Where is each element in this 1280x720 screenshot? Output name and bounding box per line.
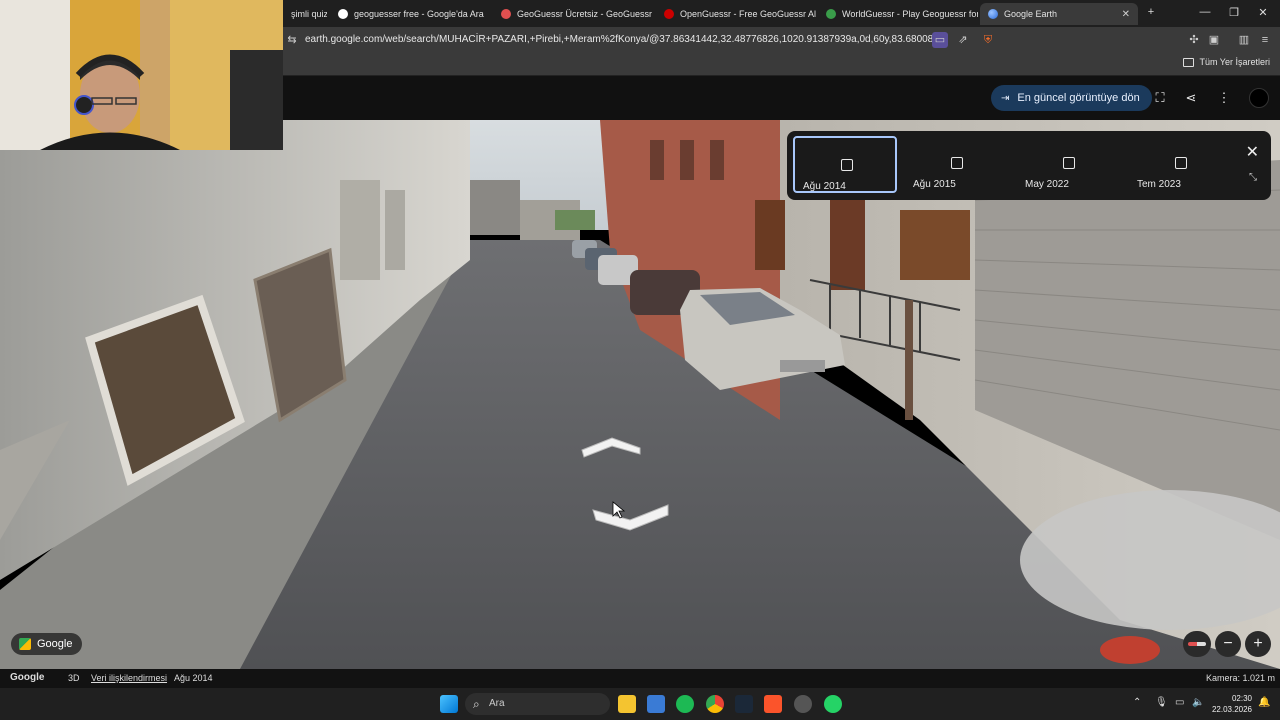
spotify-icon[interactable] xyxy=(676,695,694,713)
date-label: Ağu 2015 xyxy=(913,179,956,190)
notifications-icon[interactable]: 🔔 xyxy=(1258,697,1270,708)
share-page-icon[interactable]: ⇗ xyxy=(955,32,971,48)
camera-altitude: Kamera: 1.021 m xyxy=(1206,673,1276,683)
tab-label: OpenGuessr - Free GeoGuessr Al xyxy=(680,9,816,19)
cast-icon[interactable]: ▭ xyxy=(932,32,948,48)
earth-status-bar: Google 3D Veri ilişkilendirmesi Ağu 2014… xyxy=(0,669,1280,688)
minimize-icon[interactable]: — xyxy=(1198,6,1212,18)
all-bookmarks-label: Tüm Yer İşaretleri xyxy=(1199,57,1270,67)
close-window-icon[interactable]: ✕ xyxy=(1256,6,1270,19)
menu-icon[interactable]: ≡ xyxy=(1257,32,1273,48)
sidebar-icon[interactable]: ▥ xyxy=(1236,32,1252,48)
view-controls: − + xyxy=(1183,631,1271,657)
taskbar-search[interactable]: Ara xyxy=(465,693,610,715)
webcam-feed-image xyxy=(0,0,283,150)
tab-google-search[interactable]: geoguesser free - Google'da Ara xyxy=(330,3,490,25)
avatar[interactable] xyxy=(1249,88,1269,108)
latest-imagery-label: En güncel görüntüye dön xyxy=(1017,92,1140,104)
google-chip-label: Google xyxy=(37,638,73,650)
tab-google-earth[interactable]: Google Earth ✕ xyxy=(980,3,1138,25)
skip-forward-icon: ⇥ xyxy=(1001,92,1010,104)
google-maps-chip[interactable]: Google xyxy=(11,633,83,655)
wallet-icon[interactable]: ▣ xyxy=(1206,32,1222,48)
webcam-overlay xyxy=(0,0,283,150)
date-option-aug-2014[interactable]: Ağu 2014 xyxy=(793,136,897,193)
tab-close-icon[interactable]: ✕ xyxy=(1122,9,1130,20)
settings-icon[interactable] xyxy=(794,695,812,713)
date-option-may-2022[interactable]: May 2022 xyxy=(1017,136,1121,193)
start-icon[interactable] xyxy=(440,695,458,713)
close-icon[interactable]: ✕ xyxy=(1246,142,1259,162)
worldguessr-favicon-icon xyxy=(826,9,836,19)
windows-taskbar: Ara ⌃ 🎙 ▭ 🔈 02:30 22.03.2026 🔔 xyxy=(0,688,1280,720)
zoom-out-button[interactable]: − xyxy=(1215,631,1241,657)
date-option-jul-2023[interactable]: Tem 2023 xyxy=(1129,136,1233,193)
new-tab-icon[interactable]: + xyxy=(1144,6,1158,18)
clock-date: 22.03.2026 xyxy=(1211,705,1252,714)
imagery-date: Ağu 2014 xyxy=(174,673,213,683)
brave-icon[interactable] xyxy=(764,695,782,713)
system-clock[interactable]: 02:30 22.03.2026 xyxy=(1210,693,1252,715)
all-bookmarks-button[interactable]: Tüm Yer İşaretleri xyxy=(1183,57,1270,67)
brave-shield-icon[interactable]: ⛨ xyxy=(980,32,996,48)
file-explorer-icon[interactable] xyxy=(618,695,636,713)
more-options-icon[interactable]: ⋮ xyxy=(1214,88,1234,108)
street-view-scene[interactable] xyxy=(0,120,1280,669)
historical-imagery-panel: Ağu 2014 Ağu 2015 May 2022 Tem 2023 ✕ ⤡ xyxy=(787,131,1271,200)
volume-icon[interactable]: 🔈 xyxy=(1192,697,1204,708)
network-icon[interactable]: ▭ xyxy=(1175,697,1184,708)
tab-label: WorldGuessr - Play Geoguessr for fr xyxy=(842,9,978,19)
folder-icon xyxy=(1183,57,1195,67)
steam-icon[interactable] xyxy=(735,695,753,713)
date-label: Tem 2023 xyxy=(1137,179,1181,190)
date-option-aug-2015[interactable]: Ağu 2015 xyxy=(905,136,1009,193)
latest-imagery-button[interactable]: ⇥ En güncel görüntüye dön xyxy=(991,85,1152,111)
clock-time: 02:30 xyxy=(1231,694,1252,703)
openguessr-favicon-icon xyxy=(664,9,674,19)
tab-label: geoguesser free - Google'da Ara xyxy=(354,9,484,19)
data-attribution-link[interactable]: Veri ilişkilendirmesi xyxy=(91,673,167,683)
screenshot-icon[interactable]: ⛶ xyxy=(1150,88,1170,108)
tab-openguessr[interactable]: OpenGuessr - Free GeoGuessr Al xyxy=(656,3,816,25)
tab-label: GeoGuessr Ücretsiz - GeoGuessr xyxy=(517,9,653,19)
compass-icon[interactable] xyxy=(1183,631,1211,657)
date-label: May 2022 xyxy=(1025,179,1069,190)
microphone-icon[interactable]: 🎙 xyxy=(1155,697,1168,708)
store-icon[interactable] xyxy=(647,695,665,713)
collapse-icon[interactable]: ⤡ xyxy=(1249,172,1257,183)
share-icon[interactable]: ⋖ xyxy=(1181,88,1201,108)
chrome-icon[interactable] xyxy=(706,695,724,713)
geoguessr-favicon-icon xyxy=(501,9,511,19)
image-icon xyxy=(951,157,963,169)
zoom-in-button[interactable]: + xyxy=(1245,631,1271,657)
extensions-icon[interactable]: ✣ xyxy=(1186,32,1202,48)
street-view-image xyxy=(0,120,1280,669)
image-icon xyxy=(1063,157,1075,169)
google-maps-logo-icon xyxy=(19,638,31,650)
tab-label: Google Earth xyxy=(1004,9,1058,19)
google-favicon-icon xyxy=(338,9,348,19)
tray-chevron-icon[interactable]: ⌃ xyxy=(1133,697,1141,708)
tab-worldguessr[interactable]: WorldGuessr - Play Geoguessr for fr xyxy=(818,3,978,25)
tab-geoguessr[interactable]: GeoGuessr Ücretsiz - GeoGuessr xyxy=(493,3,653,25)
image-icon xyxy=(841,159,853,171)
site-info-icon[interactable]: ⇆ xyxy=(284,32,300,48)
image-icon xyxy=(1175,157,1187,169)
taskbar-search-placeholder: Ara xyxy=(489,698,505,709)
whatsapp-icon[interactable] xyxy=(824,695,842,713)
url-field[interactable]: earth.google.com/web/search/MUHACİR+PAZA… xyxy=(305,32,945,48)
tab-quiz[interactable]: şimli quiz xyxy=(283,3,327,25)
3d-toggle[interactable]: 3D xyxy=(68,673,80,683)
date-label: Ağu 2014 xyxy=(803,181,846,192)
tab-label: şimli quiz xyxy=(291,9,327,19)
google-logo: Google xyxy=(10,672,45,683)
restore-icon[interactable]: ❐ xyxy=(1227,6,1241,19)
earth-favicon-icon xyxy=(988,9,998,19)
